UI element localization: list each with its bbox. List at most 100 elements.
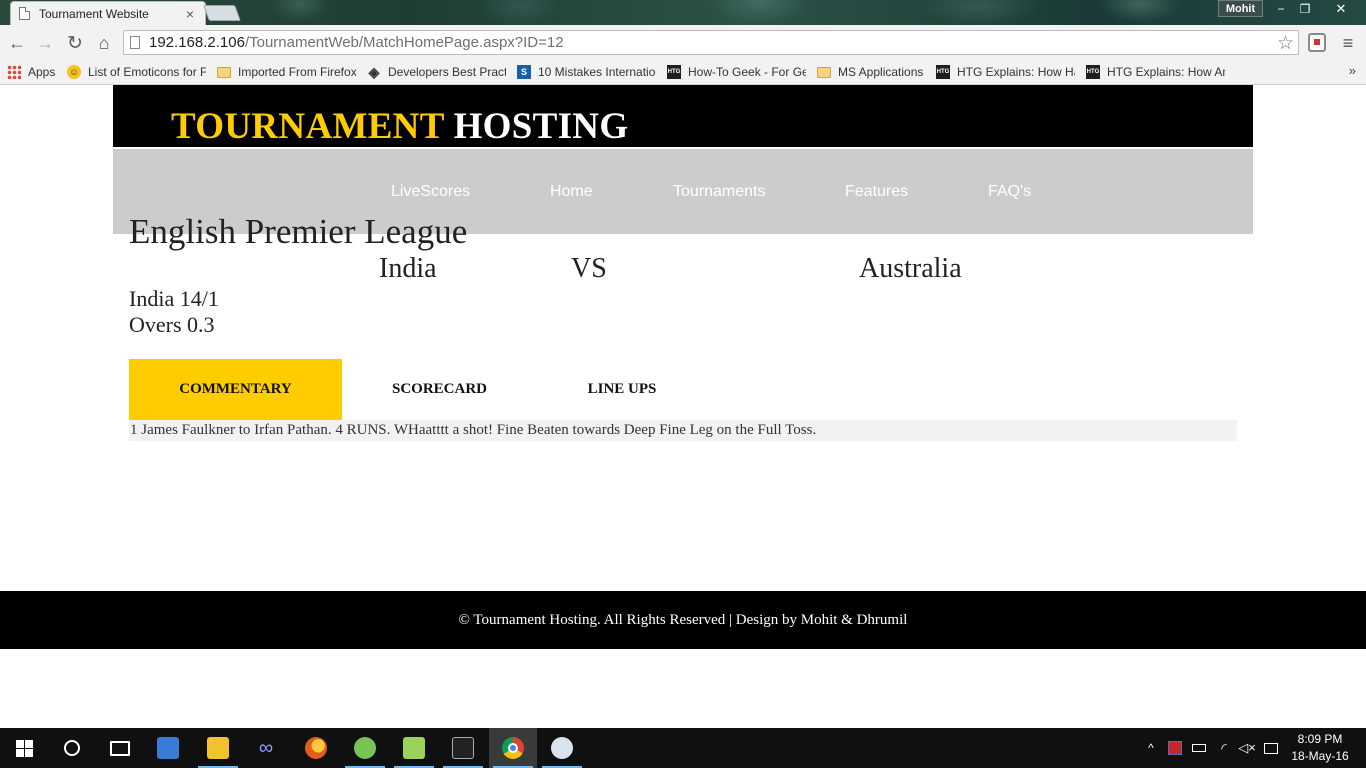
- htg-icon: HTG: [667, 65, 681, 79]
- home-button[interactable]: ⌂: [92, 31, 116, 55]
- tab-close-icon[interactable]: ×: [183, 6, 197, 22]
- nav-link-faqs[interactable]: FAQ's: [988, 183, 1031, 201]
- media-player-icon: [157, 737, 179, 759]
- nav-link-home[interactable]: Home: [550, 183, 593, 201]
- bookmarks-overflow-chevron-icon[interactable]: »: [1349, 63, 1356, 78]
- extension-icon[interactable]: [1308, 33, 1326, 52]
- bookmark-label: HTG Explains: How Ha: [957, 65, 1075, 79]
- tray-keyboard[interactable]: [1262, 728, 1280, 768]
- back-button[interactable]: ←: [5, 31, 29, 55]
- nav-link-livescores[interactable]: LiveScores: [391, 183, 470, 201]
- overs-text: Overs 0.3: [129, 312, 215, 337]
- bookmark-label: Developers Best Practi: [388, 65, 506, 79]
- clock-date: 18-May-16: [1291, 749, 1349, 763]
- score-text: India 14/1: [129, 286, 219, 311]
- folder-icon: [817, 66, 831, 78]
- keyboard-icon: [1264, 742, 1278, 754]
- taskbar-visual-studio[interactable]: ∞: [242, 728, 290, 768]
- site-header: TOURNAMENT HOSTING: [113, 85, 1253, 147]
- tab-scorecard[interactable]: SCORECARD: [342, 359, 537, 420]
- nav-link-tournaments[interactable]: Tournaments: [673, 183, 766, 201]
- bookmark-label: MS Applications: [838, 65, 924, 79]
- new-tab-button[interactable]: [203, 5, 241, 21]
- bookmark-imported-firefox[interactable]: Imported From Firefox: [217, 62, 356, 82]
- bookmark-label: HTG Explains: How An: [1107, 65, 1225, 79]
- profile-button[interactable]: Mohit: [1218, 0, 1263, 17]
- url-text[interactable]: 192.168.2.106/TournamentWeb/MatchHomePag…: [149, 34, 564, 51]
- bookmark-apps[interactable]: Apps: [7, 62, 59, 82]
- bookmark-label: Apps: [28, 65, 56, 79]
- tray-overflow-chevron-icon[interactable]: ^: [1142, 728, 1160, 768]
- commentary-entry: 1 James Faulkner to Irfan Pathan. 4 RUNS…: [129, 420, 1237, 441]
- tray-volume[interactable]: ◁×: [1238, 728, 1256, 768]
- url-path: /TournamentWeb/MatchHomePage.aspx?ID=12: [244, 34, 564, 51]
- address-bar[interactable]: 192.168.2.106/TournamentWeb/MatchHomePag…: [123, 30, 1299, 55]
- wifi-icon: ◜: [1221, 739, 1227, 756]
- nav-link-features[interactable]: Features: [845, 183, 908, 201]
- logo-word-hosting: HOSTING: [453, 106, 629, 147]
- chrome-menu-button[interactable]: ≡: [1336, 31, 1360, 55]
- firefox-icon: [305, 737, 327, 759]
- minimize-button[interactable]: −: [1270, 0, 1292, 17]
- taskbar-android-studio[interactable]: [341, 728, 389, 768]
- task-view-icon: [110, 740, 130, 756]
- taskbar-command-prompt[interactable]: [439, 728, 487, 768]
- bookmark-ms-applications[interactable]: MS Applications: [817, 62, 929, 82]
- bookmark-emoticons[interactable]: ☺ List of Emoticons for F: [67, 62, 206, 82]
- start-button[interactable]: [0, 728, 48, 768]
- bookmark-label: How-To Geek - For Ge: [688, 65, 806, 79]
- team-home-name: India: [379, 253, 437, 284]
- bookmark-htg-explains-2[interactable]: HTG HTG Explains: How An: [1086, 62, 1225, 82]
- bookmark-htg-explains-1[interactable]: HTG HTG Explains: How Ha: [936, 62, 1075, 82]
- restore-button[interactable]: ❐: [1294, 0, 1316, 17]
- tray-battery[interactable]: [1190, 728, 1208, 768]
- bookmark-10-mistakes[interactable]: S 10 Mistakes Internatio: [517, 62, 656, 82]
- team-away-name: Australia: [859, 253, 962, 284]
- page-info-icon[interactable]: [130, 36, 140, 49]
- taskbar-file-explorer[interactable]: [194, 728, 242, 768]
- notepad-plus-plus-icon: [403, 737, 425, 759]
- footer-text: © Tournament Hosting. All Rights Reserve…: [458, 611, 908, 628]
- folder-icon: [217, 66, 231, 78]
- windows-taskbar: ∞ ^ ◜ ◁× 8:09 PM 18-May-16: [0, 728, 1366, 768]
- apps-grid-icon: [7, 65, 21, 79]
- tray-clock[interactable]: 8:09 PM 18-May-16: [1284, 728, 1356, 768]
- taskbar-media-player[interactable]: [144, 728, 192, 768]
- tab-line-ups[interactable]: LINE UPS: [537, 359, 707, 420]
- reload-button[interactable]: ↻: [63, 31, 87, 55]
- tray-app[interactable]: [1166, 728, 1184, 768]
- android-studio-icon: [354, 737, 376, 759]
- diamond-icon: ◈: [368, 63, 380, 80]
- close-window-button[interactable]: ✕: [1318, 0, 1364, 17]
- taskbar-chrome[interactable]: [489, 728, 537, 768]
- task-view-button[interactable]: [96, 728, 144, 768]
- logo-word-tournament: TOURNAMENT: [171, 106, 445, 147]
- browser-tab-active[interactable]: Tournament Website ×: [10, 1, 206, 25]
- chrome-icon: [502, 737, 524, 759]
- windows-start-icon: [15, 739, 33, 757]
- paint-icon: [551, 737, 573, 759]
- bookmark-star-icon[interactable]: ☆: [1277, 32, 1294, 55]
- browser-title-bar: Tournament Website × Mohit − ❐ ✕: [0, 0, 1366, 25]
- bookmark-developers-best-practices[interactable]: ◈ Developers Best Practi: [367, 62, 506, 82]
- clock-time: 8:09 PM: [1297, 732, 1343, 746]
- taskbar-notepad-plus-plus[interactable]: [390, 728, 438, 768]
- battery-icon: [1192, 744, 1206, 752]
- site-footer: © Tournament Hosting. All Rights Reserve…: [0, 591, 1366, 649]
- search-button[interactable]: [48, 728, 96, 768]
- tab-commentary[interactable]: COMMENTARY: [129, 359, 342, 420]
- search-icon: [64, 740, 80, 756]
- forward-button[interactable]: →: [33, 31, 57, 55]
- stackoverflow-icon: S: [517, 65, 531, 79]
- site-logo[interactable]: TOURNAMENT HOSTING: [171, 105, 628, 148]
- browser-toolbar: ← → ↻ ⌂ 192.168.2.106/TournamentWeb/Matc…: [0, 25, 1366, 60]
- taskbar-paint[interactable]: [538, 728, 586, 768]
- bookmark-how-to-geek[interactable]: HTG How-To Geek - For Ge: [667, 62, 806, 82]
- bookmark-label: 10 Mistakes Internatio: [538, 65, 656, 79]
- bookmark-label: Imported From Firefox: [238, 65, 356, 79]
- tray-wifi[interactable]: ◜: [1214, 728, 1234, 768]
- league-title: English Premier League: [129, 212, 468, 251]
- tab-title: Tournament Website: [39, 6, 149, 21]
- smiley-icon: ☺: [67, 65, 81, 79]
- taskbar-firefox[interactable]: [292, 728, 340, 768]
